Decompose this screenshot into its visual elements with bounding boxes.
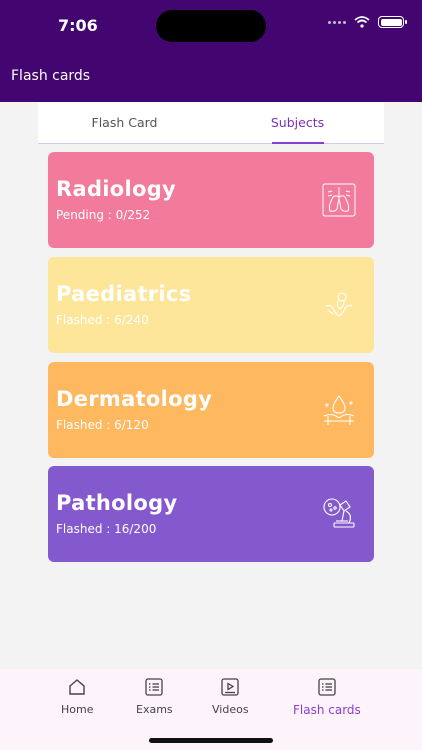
header-bar: 7:06 Flash cards bbox=[0, 0, 422, 102]
tab-label: Flash Card bbox=[91, 115, 158, 130]
tab-flash-card[interactable]: Flash Card bbox=[38, 102, 211, 143]
microscope-icon bbox=[323, 498, 355, 528]
baby-hands-icon bbox=[325, 292, 353, 317]
nav-label: Flash cards bbox=[293, 703, 361, 717]
nav-videos[interactable]: Videos bbox=[212, 677, 249, 716]
flashcards-icon bbox=[318, 678, 336, 696]
exams-icon bbox=[145, 678, 163, 696]
nav-label: Home bbox=[61, 703, 94, 716]
nav-flash-cards[interactable]: Flash cards bbox=[293, 677, 361, 717]
status-time: 7:06 bbox=[58, 16, 98, 35]
nav-exams[interactable]: Exams bbox=[136, 677, 173, 716]
wifi-icon bbox=[354, 16, 370, 28]
lungs-icon bbox=[322, 183, 356, 217]
subject-title: Pathology bbox=[56, 491, 178, 515]
subject-card-radiology[interactable]: Radiology Pending : 0/252 bbox=[48, 152, 374, 248]
tab-label: Subjects bbox=[270, 115, 325, 130]
subject-title: Radiology bbox=[56, 177, 177, 201]
active-tab-indicator bbox=[271, 142, 324, 144]
subject-progress: Flashed : 16/200 bbox=[56, 522, 157, 536]
subject-progress: Flashed : 6/120 bbox=[56, 418, 149, 432]
subject-title: Dermatology bbox=[56, 387, 213, 411]
status-icons bbox=[328, 16, 407, 28]
home-icon bbox=[69, 679, 85, 695]
subject-progress: Pending : 0/252 bbox=[56, 208, 151, 222]
page-title: Flash cards bbox=[11, 68, 91, 84]
skin-droplet-icon bbox=[323, 395, 355, 425]
subject-card-dermatology[interactable]: Dermatology Flashed : 6/120 bbox=[48, 362, 374, 458]
subject-progress: Flashed : 6/240 bbox=[56, 313, 149, 327]
nav-label: Videos bbox=[212, 703, 249, 716]
subject-card-paediatrics[interactable]: Paediatrics Flashed : 6/240 bbox=[48, 257, 374, 353]
nav-home[interactable]: Home bbox=[61, 677, 93, 716]
nav-label: Exams bbox=[136, 703, 173, 716]
dynamic-island bbox=[156, 10, 266, 42]
signal-icon bbox=[328, 20, 346, 24]
tab-subjects[interactable]: Subjects bbox=[211, 102, 384, 144]
battery-icon bbox=[378, 16, 407, 28]
home-indicator[interactable] bbox=[149, 738, 273, 743]
subject-card-pathology[interactable]: Pathology Flashed : 16/200 bbox=[48, 466, 374, 562]
video-icon bbox=[221, 678, 239, 696]
tab-bar: Flash Card Subjects bbox=[38, 102, 384, 144]
subject-title: Paediatrics bbox=[56, 282, 192, 306]
